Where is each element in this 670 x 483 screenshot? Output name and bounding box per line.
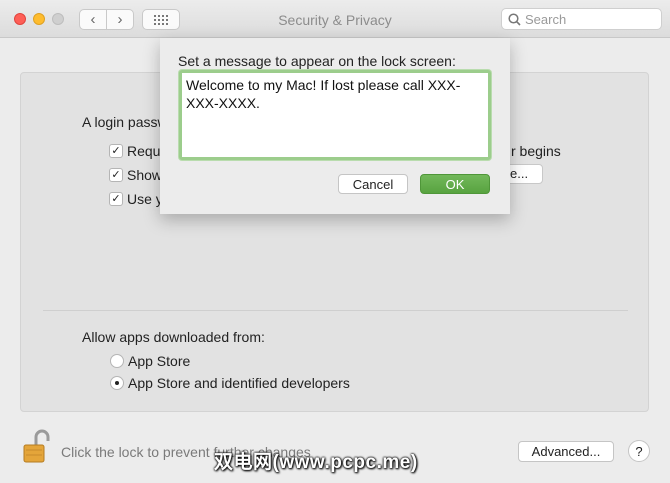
use-apple-watch-option[interactable]: ✓ Use y: [109, 191, 163, 207]
section-divider: [43, 310, 628, 311]
show-message-label: Show: [127, 167, 163, 183]
show-message-checkbox[interactable]: ✓: [109, 168, 123, 182]
help-button[interactable]: ?: [628, 440, 650, 462]
app-store-label: App Store: [128, 353, 191, 369]
require-password-label: Requi: [127, 143, 164, 159]
app-store-radio[interactable]: [110, 354, 124, 368]
search-icon: [508, 12, 521, 26]
advanced-button[interactable]: Advanced...: [518, 441, 614, 462]
lock-message-prompt: Set a message to appear on the lock scre…: [178, 53, 456, 69]
require-password-checkbox[interactable]: ✓: [109, 144, 123, 158]
screen-saver-begins-text: r begins: [511, 143, 561, 159]
login-password-label: A login passw: [82, 114, 168, 130]
identified-developers-label: App Store and identified developers: [128, 375, 350, 391]
require-password-option[interactable]: ✓ Requi: [109, 143, 164, 159]
search-input[interactable]: [525, 11, 650, 27]
search-field[interactable]: [501, 8, 662, 30]
identified-developers-radio[interactable]: [110, 376, 124, 390]
allow-apps-label: Allow apps downloaded from:: [82, 329, 265, 345]
cancel-button[interactable]: Cancel: [338, 174, 408, 194]
unlocked-padlock-icon[interactable]: [20, 428, 53, 464]
identified-developers-option[interactable]: App Store and identified developers: [110, 375, 350, 391]
watermark-text: 双电网(www.pcpc.me): [214, 452, 418, 473]
show-message-option[interactable]: ✓ Show: [109, 167, 162, 183]
ok-button[interactable]: OK: [420, 174, 490, 194]
lock-message-textarea[interactable]: Welcome to my Mac! If lost please call X…: [179, 70, 491, 160]
title-bar: ‹ › Security & Privacy: [0, 0, 670, 38]
use-apple-watch-label: Use y: [127, 191, 163, 207]
use-apple-watch-checkbox[interactable]: ✓: [109, 192, 123, 206]
app-store-option[interactable]: App Store: [110, 353, 190, 369]
lock-message-sheet: Set a message to appear on the lock scre…: [160, 38, 510, 214]
